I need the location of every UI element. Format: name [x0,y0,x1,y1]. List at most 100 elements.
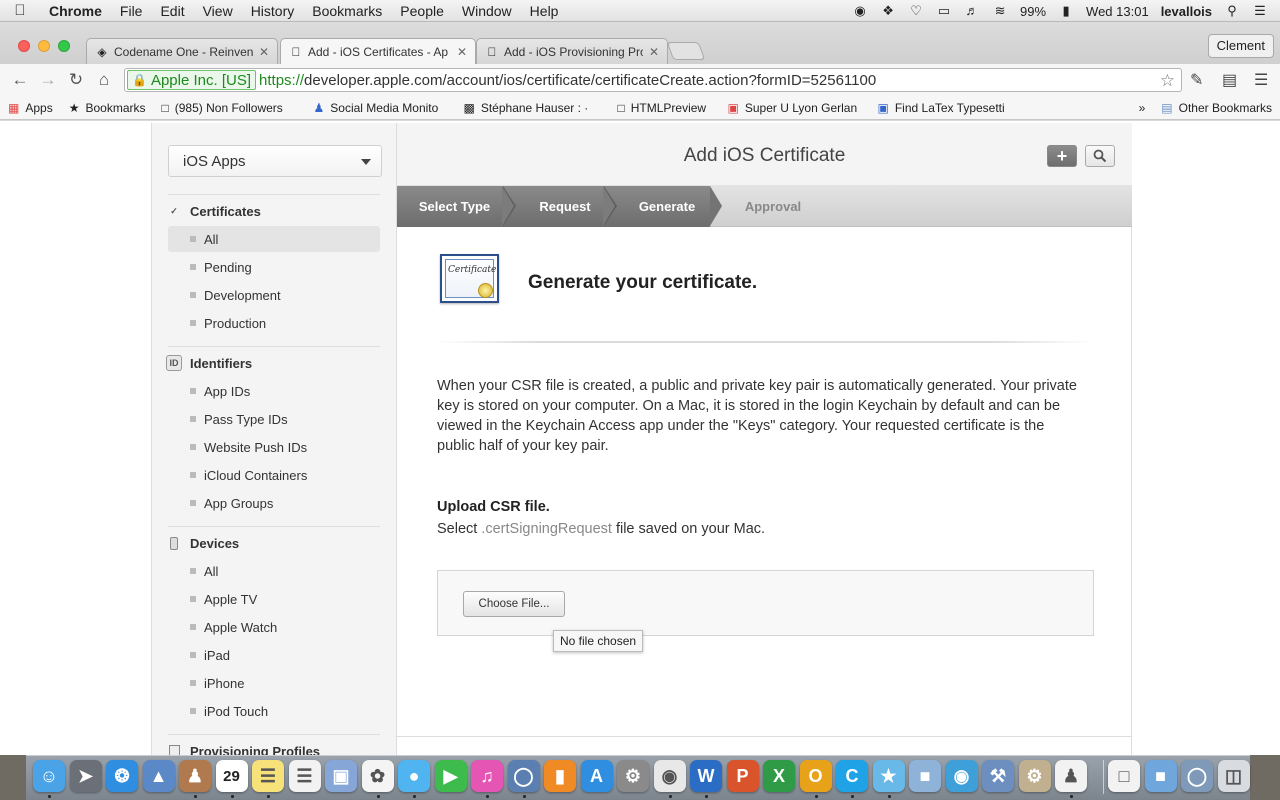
chrome-icon[interactable]: ◉ [653,760,686,792]
sidebar-item-app-groups[interactable]: App Groups [168,490,380,516]
notification-center-icon[interactable]: ☰ [1252,4,1268,18]
butler-icon[interactable]: ♟ [1055,760,1087,792]
sidebar-item-website-push-ids[interactable]: Website Push IDs [168,434,380,460]
search-button[interactable] [1085,145,1115,167]
close-tab-icon[interactable]: ✕ [259,45,269,59]
bookmarks-overflow-chevron-icon[interactable]: » [1131,101,1154,115]
ev-certificate-badge[interactable]: 🔒 Apple Inc. [US] [127,70,257,90]
bookmark-bookmarks[interactable]: ★ Bookmarks [61,101,154,115]
tab-ios-provisioning[interactable]:  Add - iOS Provisioning Pro ✕ [476,38,668,64]
bookmark-super-u[interactable]: ▣ Super U Lyon Gerlan [720,101,870,115]
close-tab-icon[interactable]: ✕ [457,45,467,59]
new-tab-button[interactable] [666,42,706,60]
bookmark-stephane-hauser[interactable]: ▩ Stéphane Hauser : · [456,101,610,115]
section-certificates[interactable]: ✓ Certificates [166,203,261,219]
sidebar-item-certificates-pending[interactable]: Pending [168,254,380,280]
quicktime-icon[interactable]: ◯ [507,760,540,792]
address-bar[interactable]: 🔒 Apple Inc. [US] https://developer.appl… [124,68,1182,92]
preview-icon[interactable]: ▲ [142,760,175,792]
itunes-icon[interactable]: ♫ [471,760,503,792]
globe-app-icon[interactable]: ◉ [945,760,978,792]
close-window-button[interactable] [18,40,30,52]
appstore-icon[interactable]: A [580,760,613,792]
clock[interactable]: Wed 13:01 [1086,4,1149,19]
spotlight-search-icon[interactable]: ⚲ [1224,4,1240,18]
sidebar-item-icloud-containers[interactable]: iCloud Containers [168,462,380,488]
profile-button[interactable]: Clement [1207,34,1274,58]
sidebar-item-apple-watch[interactable]: Apple Watch [168,614,380,640]
menu-window[interactable]: Window [453,3,521,19]
battery-icon[interactable]: ▮ [1058,4,1074,18]
menu-file[interactable]: File [111,3,152,19]
volume-icon[interactable]: ♬ [964,4,980,18]
reminders-icon[interactable]: ☰ [288,760,321,792]
trash-icon[interactable]: ◫ [1217,760,1250,792]
choose-file-button[interactable]: Choose File... [463,591,565,617]
apple-menu-icon[interactable]:  [0,2,40,19]
home-icon[interactable]: ⌂ [90,70,118,90]
section-identifiers[interactable]: ID Identifiers [166,355,252,371]
section-devices[interactable]: Devices [166,535,239,551]
bookmark-social-media[interactable]: ♟ Social Media Monito [306,101,456,115]
menu-edit[interactable]: Edit [151,3,193,19]
word-icon[interactable]: W [690,760,722,792]
sidebar-item-devices-all[interactable]: All [168,558,380,584]
virtualbox-icon[interactable]: ■ [909,760,941,792]
safari-icon[interactable]: ❂ [106,760,138,792]
section-provisioning-profiles[interactable]: Provisioning Profiles [166,743,320,755]
sidebar-item-apple-tv[interactable]: Apple TV [168,586,380,612]
forward-arrow-icon[interactable]: → [34,70,62,90]
bookmark-star-icon[interactable]: ☆ [1160,71,1175,91]
notification-bell-icon[interactable]: ♡ [908,4,924,18]
contacts-icon[interactable]: ♟ [179,760,211,792]
sidebar-item-ipad[interactable]: iPad [168,642,380,668]
powerpoint-icon[interactable]: P [726,760,759,792]
reload-icon[interactable]: ↻ [62,70,90,90]
extension-film-icon[interactable]: ▤ [1222,70,1237,90]
add-button[interactable]: + [1047,145,1077,167]
bookmark-find-latex[interactable]: ▣ Find LaTex Typesetti [870,101,1014,115]
menu-history[interactable]: History [242,3,304,19]
sidebar-item-pass-type-ids[interactable]: Pass Type IDs [168,406,380,432]
messages-icon[interactable]: ● [398,760,430,792]
calendar-icon[interactable]: 29 [215,760,248,792]
xcode-icon[interactable]: ⚒ [982,760,1014,792]
systemprefs-icon[interactable]: ⚙ [617,760,649,792]
menu-chrome[interactable]: Chrome [40,3,111,19]
tool-icon[interactable]: ⚙ [1018,760,1051,792]
sidebar-item-certificates-all[interactable]: All [168,226,380,252]
close-tab-icon[interactable]: ✕ [649,45,659,59]
minimize-window-button[interactable] [38,40,50,52]
launchpad-icon[interactable]: ➤ [69,760,102,792]
app-type-select[interactable]: iOS Apps [168,145,382,177]
menu-bookmarks[interactable]: Bookmarks [303,3,391,19]
box-icon[interactable]: ■ [1144,760,1177,792]
document-icon[interactable]: □ [1108,760,1140,792]
notes-icon[interactable]: ☰ [252,760,284,792]
outlook-icon[interactable]: O [799,760,832,792]
facetime-icon[interactable]: ▶ [434,760,467,792]
bookmark-apps[interactable]: ▦ Apps [0,101,61,115]
airplay-icon[interactable]: ▭ [936,4,952,18]
sidebar-item-certificates-production[interactable]: Production [168,310,380,336]
photos-icon[interactable]: ✿ [361,760,394,792]
excel-icon[interactable]: X [763,760,795,792]
circle-app-icon[interactable]: ◯ [1181,760,1213,792]
folder-app-icon[interactable]: ★ [872,760,905,792]
finder-icon[interactable]: ☺ [33,760,65,792]
bookmark-htmlpreview[interactable]: □ HTMLPreview [610,101,720,115]
menu-help[interactable]: Help [521,3,568,19]
menu-people[interactable]: People [391,3,453,19]
status-circle-icon[interactable]: ◉ [852,4,868,18]
bookmark-non-followers[interactable]: □ (985) Non Followers [154,101,306,115]
user-name[interactable]: levallois [1161,4,1212,19]
zoom-window-button[interactable] [58,40,70,52]
dropbox-icon[interactable]: ❖ [880,4,896,18]
tab-codename-one[interactable]: ◈ Codename One - Reinvent ✕ [86,38,278,64]
extension-pen-icon[interactable]: ✎ [1190,70,1203,90]
back-arrow-icon[interactable]: ← [6,70,34,90]
sidebar-item-app-ids[interactable]: App IDs [168,378,380,404]
other-bookmarks[interactable]: ▤ Other Bookmarks [1153,101,1280,115]
skype-icon[interactable]: C [836,760,868,792]
ibooks-icon[interactable]: ▮ [544,760,576,792]
